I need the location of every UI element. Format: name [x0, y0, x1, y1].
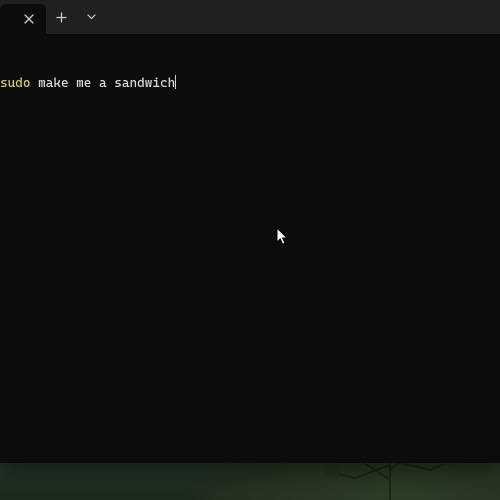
active-tab[interactable]: [0, 4, 46, 34]
terminal-window: sudo make me a sandwich: [0, 0, 500, 463]
close-icon[interactable]: [22, 12, 36, 26]
terminal-line: sudo make me a sandwich: [0, 75, 500, 93]
chevron-down-icon: [87, 14, 96, 20]
command-keyword: sudo: [0, 76, 30, 91]
desktop-wallpaper: sudo make me a sandwich: [0, 0, 500, 500]
plus-icon: [56, 12, 67, 23]
text-caret: [175, 75, 176, 89]
title-bar[interactable]: [0, 0, 500, 34]
terminal-viewport[interactable]: sudo make me a sandwich: [0, 34, 500, 463]
command-rest: make me a sandwich: [30, 76, 175, 91]
new-tab-button[interactable]: [46, 0, 76, 34]
tab-dropdown-button[interactable]: [76, 0, 106, 34]
